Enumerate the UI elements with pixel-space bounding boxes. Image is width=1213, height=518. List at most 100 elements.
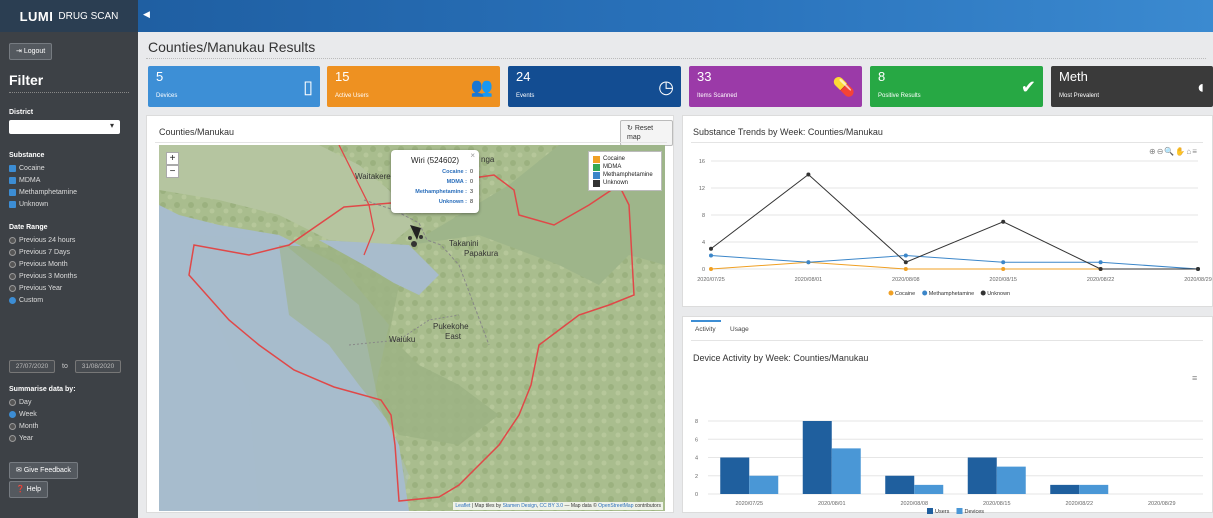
- legend-marker[interactable]: [980, 290, 986, 296]
- legend-item: Cocaine: [593, 155, 657, 163]
- stat-card-positive-results[interactable]: 8 Positive Results ✔: [870, 66, 1043, 107]
- radio-icon[interactable]: [9, 399, 16, 406]
- clock-icon: ◷: [658, 77, 674, 97]
- marker-2[interactable]: [419, 235, 423, 239]
- bar-devices[interactable]: [996, 466, 1026, 494]
- data-point-unknown[interactable]: [806, 172, 811, 177]
- logout-icon: ⇥: [16, 48, 22, 55]
- data-point-unknown[interactable]: [1196, 267, 1200, 271]
- radio-month[interactable]: Month: [9, 423, 38, 430]
- radio-icon[interactable]: [9, 261, 16, 268]
- radio-icon[interactable]: [9, 435, 16, 442]
- stat-card-devices[interactable]: 5 Devices ▯: [148, 66, 320, 107]
- stat-card-most-prevalent[interactable]: Meth Most Prevalent ◖: [1051, 66, 1213, 107]
- data-point-methamphetamine[interactable]: [709, 253, 713, 258]
- stat-card-value: Meth: [1059, 69, 1088, 84]
- bar-users[interactable]: [885, 475, 915, 494]
- logout-button[interactable]: ⇥ Logout: [9, 43, 53, 60]
- data-point-unknown[interactable]: [903, 260, 908, 265]
- refresh-icon: ↻: [627, 125, 633, 132]
- date-from-input[interactable]: 27/07/2020: [9, 360, 55, 373]
- radio-day[interactable]: Day: [9, 399, 31, 406]
- data-point-cocaine[interactable]: [903, 267, 908, 271]
- legend-marker[interactable]: [922, 290, 928, 296]
- bar-devices[interactable]: [1079, 484, 1109, 494]
- radio-previous-7-days[interactable]: Previous 7 Days: [9, 249, 70, 256]
- legend-marker[interactable]: [888, 290, 894, 296]
- data-point-methamphetamine[interactable]: [1001, 260, 1006, 265]
- stat-card-events[interactable]: 24 Events ◷: [508, 66, 681, 107]
- activity-chart: 0 2 4 6 8 2020/07/25 2020/08/01 2020/08/08 2020/…: [695, 419, 1203, 514]
- stat-card-label: Most Prevalent: [1059, 93, 1100, 99]
- radio-previous-year[interactable]: Previous Year: [9, 285, 62, 292]
- checkbox-mdma[interactable]: MDMA: [9, 177, 40, 184]
- zoom-out-button[interactable]: −: [166, 165, 179, 178]
- radio-icon[interactable]: [9, 237, 16, 244]
- legend-label[interactable]: Methamphetamine: [929, 291, 975, 297]
- stamen-link[interactable]: Stamen Design: [503, 503, 537, 509]
- bar-users[interactable]: [720, 457, 750, 495]
- data-point-unknown[interactable]: [709, 246, 713, 251]
- cc-link[interactable]: CC BY 3.0: [540, 503, 564, 509]
- checkbox-icon[interactable]: [9, 201, 16, 208]
- marker-3[interactable]: [408, 236, 412, 240]
- bar-devices[interactable]: [914, 484, 944, 494]
- radio-custom[interactable]: Custom: [9, 297, 43, 304]
- data-point-cocaine[interactable]: [709, 267, 713, 271]
- give-feedback-button[interactable]: ✉ Give Feedback: [9, 462, 78, 479]
- x-tick-label: 2020/08/15: [989, 277, 1017, 283]
- sidebar-toggle-icon[interactable]: ◀: [143, 9, 150, 20]
- legend-label[interactable]: Devices: [965, 509, 985, 514]
- zoom-in-button[interactable]: +: [166, 152, 179, 165]
- bar-users[interactable]: [1050, 484, 1080, 494]
- checkbox-icon[interactable]: [9, 177, 16, 184]
- checkbox-methamphetamine[interactable]: Methamphetamine: [9, 189, 77, 196]
- leaflet-link[interactable]: Leaflet: [455, 503, 470, 509]
- radio-week[interactable]: Week: [9, 411, 37, 418]
- radio-year[interactable]: Year: [9, 435, 33, 442]
- stat-card-active-users[interactable]: 15 Active Users 👥: [327, 66, 500, 107]
- radio-icon[interactable]: [9, 285, 16, 292]
- radio-label: Previous 7 Days: [19, 249, 70, 256]
- legend-label[interactable]: Unknown: [987, 291, 1010, 297]
- radio-icon[interactable]: [9, 411, 16, 418]
- stat-card-items-scanned[interactable]: 33 Items Scanned 💊: [689, 66, 862, 107]
- radio-icon[interactable]: [9, 249, 16, 256]
- wiri-marker[interactable]: [411, 241, 417, 247]
- radio-previous-month[interactable]: Previous Month: [9, 261, 68, 268]
- checkbox-icon[interactable]: [9, 189, 16, 196]
- users-icon: 👥: [470, 77, 493, 97]
- radio-icon[interactable]: [9, 423, 16, 430]
- bar-users[interactable]: [967, 457, 997, 495]
- brand-logo[interactable]: LUMI DRUG SCAN: [0, 0, 138, 32]
- legend-label[interactable]: Cocaine: [895, 291, 915, 297]
- date-to-input[interactable]: 31/08/2020: [75, 360, 121, 373]
- district-select[interactable]: ▾: [9, 120, 120, 134]
- bar-devices[interactable]: [831, 448, 861, 494]
- top-navbar: ◀: [0, 0, 1213, 32]
- legend-marker[interactable]: [956, 508, 963, 514]
- help-button[interactable]: ❓ Help: [9, 481, 49, 498]
- checkbox-icon[interactable]: [9, 165, 16, 172]
- data-point-cocaine[interactable]: [1001, 267, 1006, 271]
- legend-marker[interactable]: [927, 508, 933, 514]
- data-point-unknown[interactable]: [1098, 267, 1103, 271]
- bar-devices[interactable]: [749, 475, 779, 494]
- radio-previous-24-hours[interactable]: Previous 24 hours: [9, 237, 75, 244]
- radio-icon[interactable]: [9, 297, 16, 304]
- legend-label[interactable]: Users: [935, 509, 950, 514]
- radio-icon[interactable]: [9, 273, 16, 280]
- data-point-methamphetamine[interactable]: [903, 253, 908, 258]
- checkbox-unknown[interactable]: Unknown: [9, 201, 48, 208]
- y-tick-label: 4: [695, 456, 698, 462]
- popup-row-label: Cocaine :: [442, 169, 467, 175]
- bar-users[interactable]: [802, 421, 832, 494]
- data-point-methamphetamine[interactable]: [806, 260, 811, 265]
- checkbox-cocaine[interactable]: Cocaine: [9, 165, 45, 172]
- osm-link[interactable]: OpenStreetMap: [598, 503, 633, 509]
- popup-row-value: 0: [469, 169, 473, 175]
- radio-previous-3-months[interactable]: Previous 3 Months: [9, 273, 77, 280]
- data-point-unknown[interactable]: [1001, 219, 1006, 224]
- map-view[interactable]: + − Waitakere Takanini Papakura Waiuku P…: [159, 145, 665, 511]
- data-point-methamphetamine[interactable]: [1098, 260, 1103, 265]
